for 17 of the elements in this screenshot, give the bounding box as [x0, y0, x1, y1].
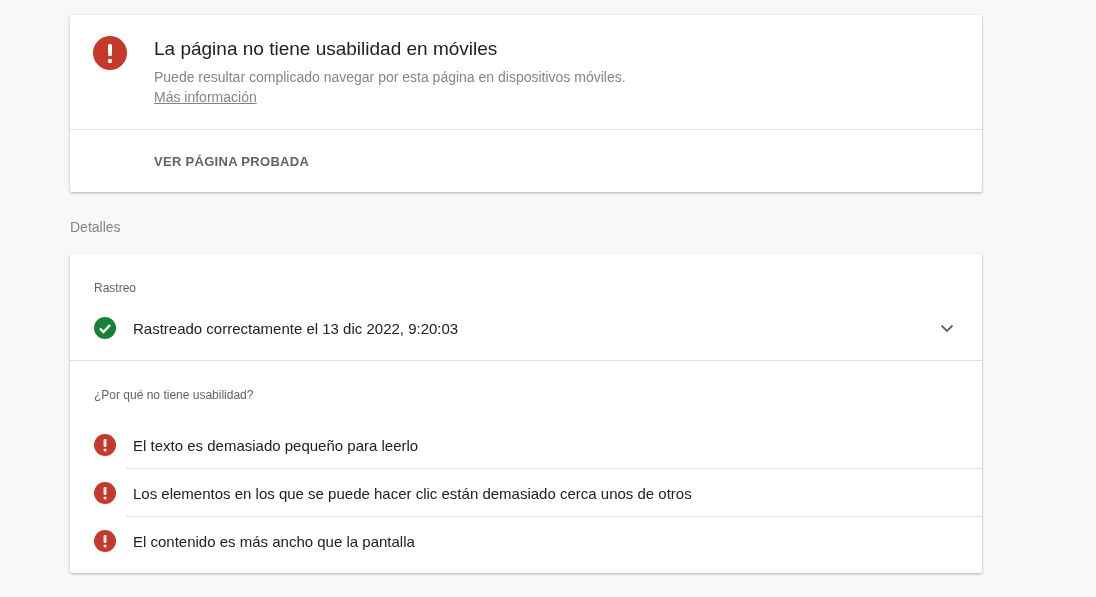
view-tested-page-button[interactable]: VER PÁGINA PROBADA: [154, 149, 310, 173]
check-circle-icon: [94, 317, 116, 339]
crawl-status-text: Rastreado correctamente el 13 dic 2022, 9:20:03: [133, 319, 460, 337]
issue-text: El contenido es más ancho que la pantalla: [133, 532, 416, 550]
error-icon: [94, 434, 116, 456]
error-icon: [94, 482, 116, 504]
crawl-heading: Rastreo: [94, 280, 138, 296]
issue-text: Los elementos en los que se puede hacer clic están demasiado cerca unos de otros: [133, 484, 693, 502]
issue-text: El texto es demasiado pequeño para leerlo: [133, 436, 420, 454]
summary-description: Puede resultar complicado navegar por esta página en dispositivos móviles.: [154, 68, 626, 87]
chevron-down-icon[interactable]: [940, 323, 954, 333]
section-heading: Detalles: [70, 219, 122, 235]
error-icon: [94, 530, 116, 552]
issues-heading: ¿Por qué no tiene usabilidad?: [94, 387, 255, 403]
error-icon: [93, 36, 127, 70]
more-info-link[interactable]: Más información: [154, 87, 257, 107]
summary-title: La página no tiene usabilidad en móviles: [154, 37, 498, 61]
